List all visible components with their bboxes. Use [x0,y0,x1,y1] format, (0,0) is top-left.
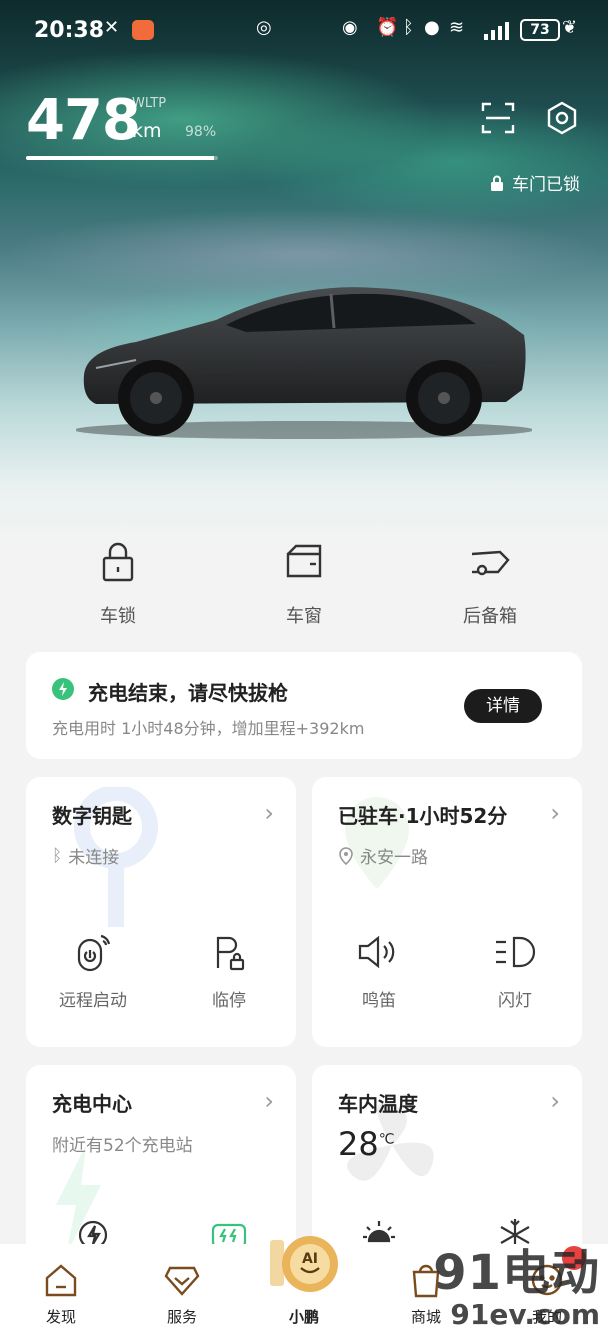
remote-start-label: 远程启动 [59,991,127,1011]
bluetooth-icon: ᛒ [403,17,414,38]
horn-icon [358,935,395,969]
data-saver-icon: ◎ [256,17,272,38]
window-label: 车窗 [286,606,322,627]
battery-bar [26,156,218,160]
hero-banner: 20:38 ✕ ◎ ◉ ⏰ ᛒ ● ≋ 73 ❦ 478 WLTP km 98%… [0,0,608,540]
nav-xiaopeng-label: 小鹏 [288,1308,319,1326]
charging-center-card[interactable]: 充电中心 › 附近有52个充电站 [26,1065,296,1265]
parked-title: 已驻车·1小时52分 [338,804,508,828]
digital-key-status: ᛒ 未连接 [52,843,120,869]
charging-center-title: 充电中心 [52,1092,132,1116]
window-action[interactable]: 车窗 [244,540,364,628]
battery-percent: 98% [185,124,217,140]
digital-key-status-label: 未连接 [68,848,120,868]
charge-subtitle: 充电用时 1小时48分钟，增加里程+392km [52,719,365,738]
horn-label: 鸣笛 [362,991,396,1011]
alarm-icon: ⏰ [376,17,399,38]
chevron-right-icon[interactable]: › [264,1087,274,1115]
cabin-temperature-value: 28℃ [338,1125,394,1163]
chevron-right-icon[interactable]: › [264,799,274,827]
charging-center-subtitle: 附近有52个充电站 [52,1136,193,1156]
door-lock-label: 车门已锁 [512,175,580,195]
scan-icon [481,102,515,134]
remote-start-icon [77,934,111,972]
eye-icon: ◉ [342,17,358,38]
status-time: 20:38 [34,18,105,43]
watermark-url: 91ev.com [450,1298,600,1331]
horn-button[interactable]: 鸣笛 [324,932,434,1011]
flash-lights-button[interactable]: 闪灯 [460,932,570,1011]
location-pin-icon [339,846,353,865]
digital-key-card[interactable]: 数字钥匙 › ᛒ 未连接 远程启动 临停 [26,777,296,1047]
range-unit: km [132,120,162,142]
trunk-action[interactable]: 后备箱 [430,540,550,628]
lock-label: 车锁 [100,606,136,627]
car-image [76,287,532,439]
chevron-right-icon[interactable]: › [550,1087,560,1115]
scan-button[interactable] [480,100,516,136]
leaf-icon: ❦ [562,17,578,38]
nav-service-label: 服务 [166,1308,197,1326]
nav-discover[interactable]: 发现 [16,1262,106,1327]
padlock-icon [491,175,503,191]
status-bar: 20:38 ✕ ◎ ◉ ⏰ ᛒ ● ≋ 73 ❦ [0,0,608,60]
settings-button[interactable] [544,100,580,136]
charge-title: 充电结束，请尽快拔枪 [88,681,288,705]
flash-lights-label: 闪灯 [498,991,532,1011]
app-notification-icon [132,20,154,40]
charge-complete-card[interactable]: 充电结束，请尽快拔枪 充电用时 1小时48分钟，增加里程+392km 详情 [26,652,582,759]
cabin-temperature-card[interactable]: 车内温度 › 28℃ [312,1065,582,1265]
ai-assistant-icon[interactable]: AI [268,1230,340,1302]
nav-discover-label: 发现 [45,1308,76,1326]
service-icon [164,1266,200,1296]
nav-service[interactable]: 服务 [137,1262,227,1327]
remote-start-button[interactable]: 远程启动 [38,932,148,1011]
watermark: 91电动 91ev.com [433,1248,600,1331]
door-lock-status: 车门已锁 [490,170,580,195]
wifi-icon: ≋ [449,17,465,38]
app-notification-icon: ✕ [104,17,120,38]
parked-location: 永安一路 [338,843,428,868]
ai-badge-text: AI [302,1251,318,1267]
headlight-icon [496,936,536,968]
battery-indicator: 73 [520,19,560,41]
digital-key-title: 数字钥匙 [52,804,132,828]
temperature-unit: ℃ [378,1131,395,1148]
details-button[interactable]: 详情 [464,689,542,723]
parked-location-label: 永安一路 [360,848,428,868]
location-icon: ● [424,17,440,38]
battery-bar-fill [26,156,215,160]
trunk-icon [471,550,510,576]
lock-icon [102,542,134,582]
lock-action[interactable]: 车锁 [58,540,178,628]
cabin-temperature-title: 车内温度 [338,1092,418,1116]
signal-icon [484,22,510,44]
window-icon [286,544,322,578]
bluetooth-icon: ᛒ [52,845,63,866]
range-standard: WLTP [132,96,167,111]
temp-stop-label: 临停 [212,991,246,1011]
trunk-label: 后备箱 [463,606,517,627]
home-icon [45,1264,77,1297]
parking-lock-icon [216,936,245,971]
temp-stop-button[interactable]: 临停 [174,932,284,1011]
range-value: 478 [26,88,141,153]
hexagon-settings-icon [547,101,577,135]
chevron-right-icon[interactable]: › [550,799,560,827]
parked-card[interactable]: 已驻车·1小时52分 › 永安一路 鸣笛 闪灯 [312,777,582,1047]
charge-bolt-icon [52,678,74,700]
watermark-brand: 91电动 [433,1245,600,1301]
temperature-number: 28 [338,1125,379,1163]
